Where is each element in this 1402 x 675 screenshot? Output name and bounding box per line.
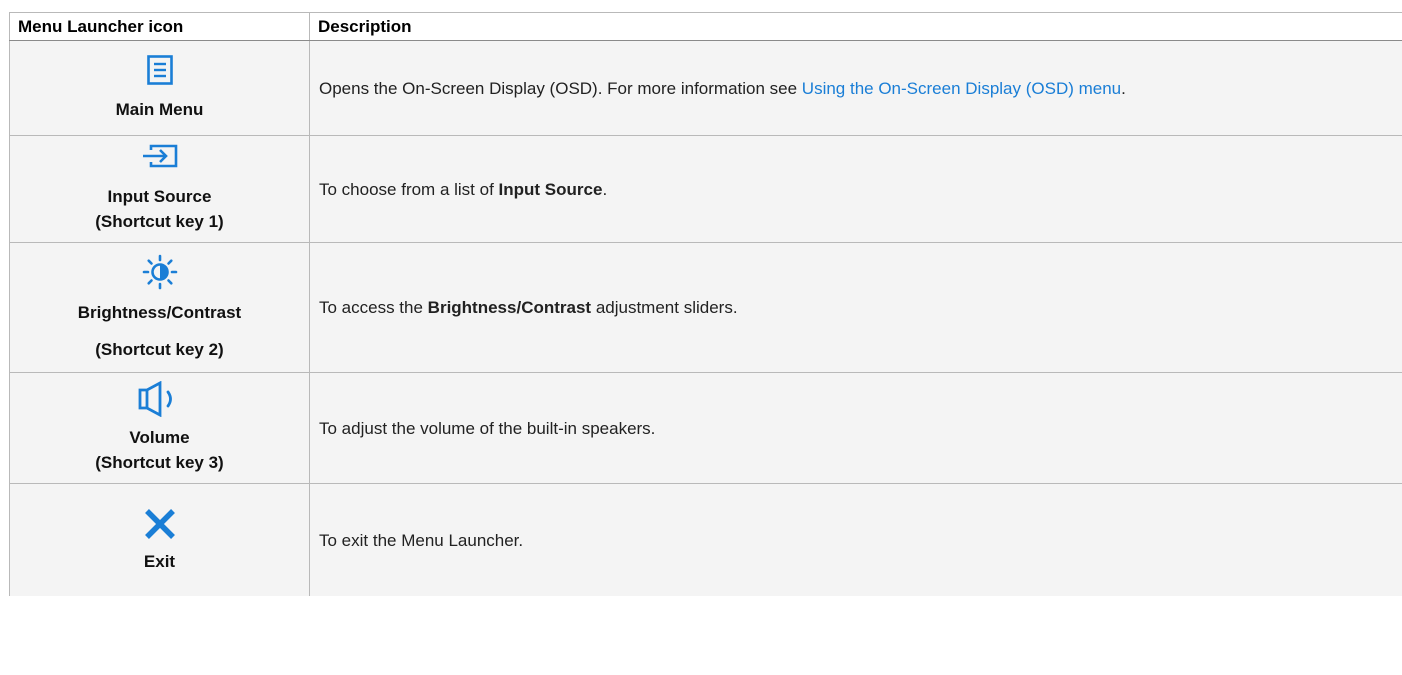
osd-menu-link[interactable]: Using the On-Screen Display (OSD) menu [802,79,1121,98]
description-suffix: . [602,179,608,199]
description-text: Opens the On-Screen Display (OSD). For m… [319,78,802,98]
icon-cell: Exit [9,483,310,596]
shortcut-label: (Shortcut key 1) [95,212,224,231]
table-header-row: Menu Launcher icon Description [9,12,1402,41]
icon-cell: Input Source (Shortcut key 1) [9,135,310,243]
shortcut-label: (Shortcut key 2) [95,339,224,359]
table-row: Brightness/Contrast (Shortcut key 2) To … [9,242,1402,373]
description-suffix: adjustment sliders. [591,298,738,317]
icon-label: Main Menu [115,99,204,119]
brightness-icon [142,254,177,289]
description-emphasis: Brightness/Contrast [427,298,592,317]
description-emphasis: Input Source [498,179,603,199]
description-cell: To exit the Menu Launcher. [309,483,1402,596]
description-cell: To access the Brightness/Contrast adjust… [309,242,1402,373]
description-suffix: . [1121,78,1126,98]
shortcut-label: (Shortcut key 3) [95,453,224,472]
icon-label: Brightness/Contrast [77,302,242,322]
description-text: To adjust the volume of the built-in spe… [319,418,656,438]
table-row: Main Menu Opens the On-Screen Display (O… [9,40,1402,136]
input-source-icon [142,144,177,168]
volume-icon [138,381,172,417]
icon-label: Input Source [107,187,212,206]
description-cell: Opens the On-Screen Display (OSD). For m… [309,40,1402,136]
column-header-icon: Menu Launcher icon [9,12,310,41]
description-text: To choose from a list of [319,179,499,199]
table-row: Volume (Shortcut key 3) To adjust the vo… [9,372,1402,484]
description-text: To access the [319,298,428,317]
main-menu-icon [146,54,173,85]
icon-label: Exit [143,551,176,571]
icon-cell: Main Menu [9,40,310,136]
description-cell: To choose from a list of Input Source. [309,135,1402,243]
icon-cell: Brightness/Contrast (Shortcut key 2) [9,242,310,373]
close-icon [144,508,175,539]
icon-cell: Volume (Shortcut key 3) [9,372,310,484]
table-row: Input Source (Shortcut key 1) To choose … [9,135,1402,243]
description-text: To exit the Menu Launcher. [319,530,524,550]
table-row: Exit To exit the Menu Launcher. [9,483,1402,596]
description-cell: To adjust the volume of the built-in spe… [309,372,1402,484]
column-header-description: Description [309,12,1402,41]
menu-launcher-table: Menu Launcher icon Description Main Menu… [9,12,1402,596]
icon-label: Volume [129,428,190,447]
